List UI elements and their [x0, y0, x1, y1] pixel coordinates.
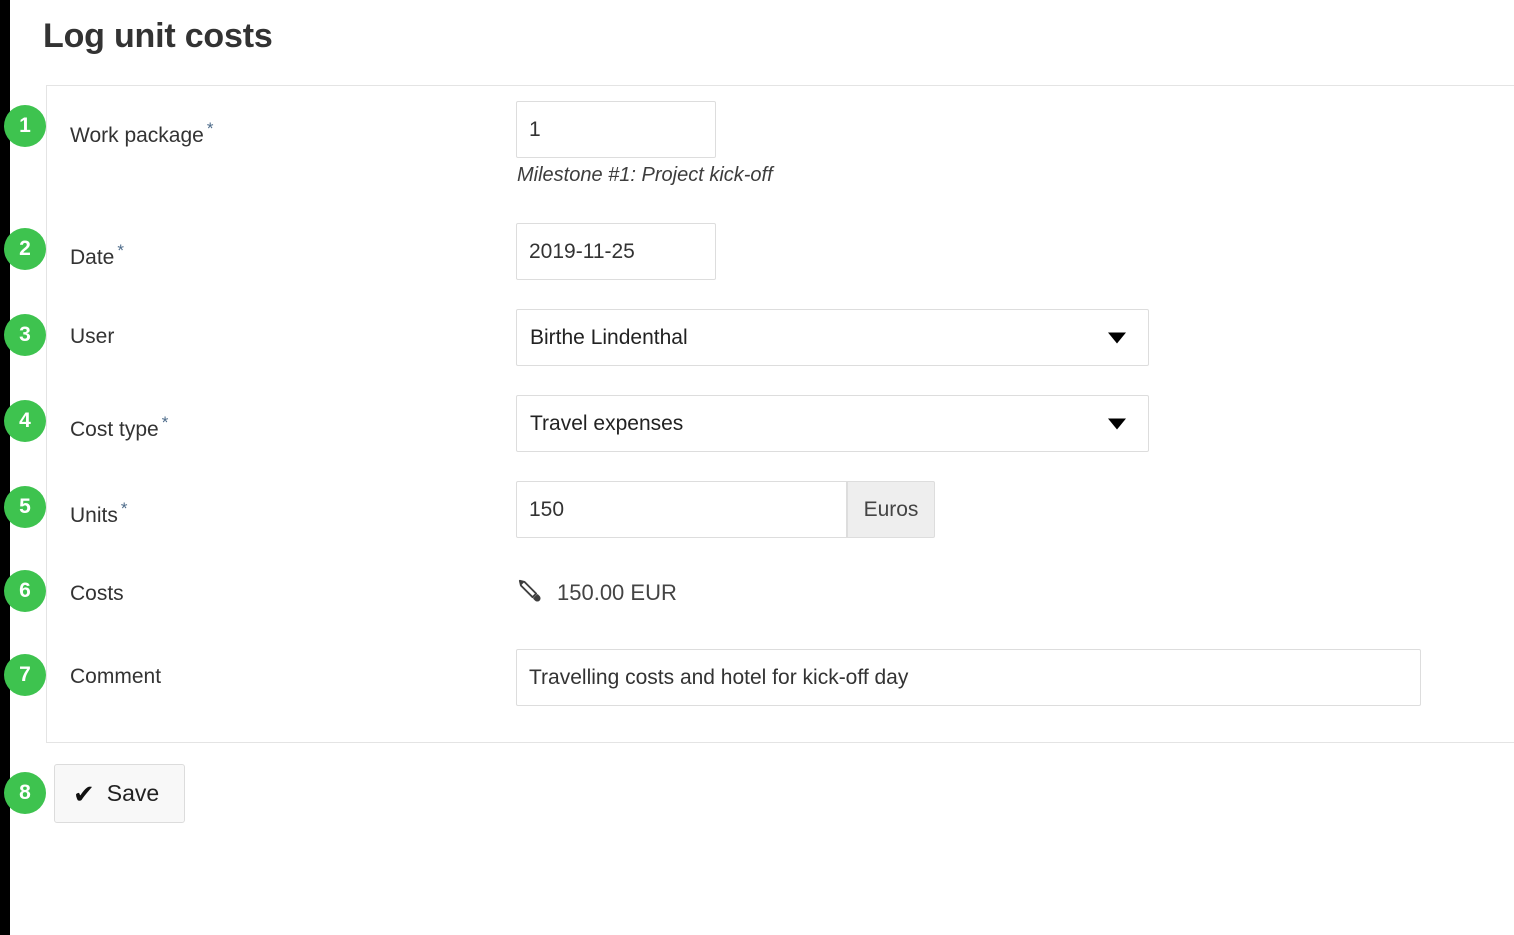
- user-select[interactable]: Birthe Lindenthal: [516, 309, 1149, 366]
- callout-badge-5: 5: [4, 486, 46, 528]
- comment-label: Comment: [70, 664, 161, 690]
- comment-input[interactable]: [516, 649, 1421, 706]
- cost-type-select[interactable]: Travel expenses: [516, 395, 1149, 452]
- required-marker: *: [120, 499, 128, 518]
- callout-badge-2: 2: [4, 228, 46, 270]
- comment-label-text: Comment: [70, 665, 162, 688]
- cost-type-label-text: Cost type: [70, 418, 159, 441]
- pencil-icon[interactable]: [517, 578, 543, 604]
- user-label-text: User: [70, 325, 115, 348]
- required-marker: *: [117, 241, 124, 260]
- units-label: Units *: [70, 496, 127, 529]
- callout-badge-1: 1: [4, 105, 46, 147]
- save-button-label: Save: [106, 780, 160, 806]
- date-input[interactable]: [516, 223, 716, 280]
- callout-badge-3: 3: [4, 314, 46, 356]
- work-package-label-text: Work package: [70, 124, 204, 147]
- callout-badge-8: 8: [4, 772, 46, 814]
- date-label: Date *: [70, 238, 124, 271]
- work-package-input[interactable]: [516, 101, 716, 158]
- units-currency-addon: Euros: [847, 481, 935, 538]
- units-input[interactable]: [516, 481, 847, 538]
- callout-badge-4: 4: [4, 400, 46, 442]
- log-unit-costs-page: Log unit costs Work package* Milestone #…: [10, 0, 1514, 935]
- costs-label: Costs: [70, 581, 124, 607]
- callout-badge-7: 7: [4, 654, 46, 696]
- costs-label-text: Costs: [70, 582, 124, 605]
- costs-value: 150.00 EUR: [557, 580, 677, 605]
- work-package-label: Work package *: [70, 116, 213, 149]
- cost-type-select-value: Travel expenses: [530, 411, 684, 435]
- user-label: User: [70, 324, 114, 350]
- work-package-hint: Milestone #1: Project kick-off: [517, 164, 773, 186]
- log-unit-costs-form: Work package* Milestone #1: Project kick…: [46, 85, 1514, 743]
- required-marker: *: [206, 119, 214, 138]
- save-button[interactable]: ✔ Save: [54, 764, 185, 823]
- cost-type-label: Cost type *: [70, 410, 168, 443]
- user-select-value: Birthe Lindenthal: [530, 325, 688, 349]
- callout-badge-6: 6: [4, 570, 46, 612]
- chevron-down-icon: [1108, 332, 1126, 343]
- units-label-text: Units: [70, 504, 118, 527]
- required-marker: *: [161, 413, 169, 432]
- chevron-down-icon: [1108, 418, 1126, 429]
- check-icon: ✔: [73, 778, 95, 809]
- date-label-text: Date: [70, 246, 115, 269]
- page-title: Log unit costs: [43, 17, 273, 55]
